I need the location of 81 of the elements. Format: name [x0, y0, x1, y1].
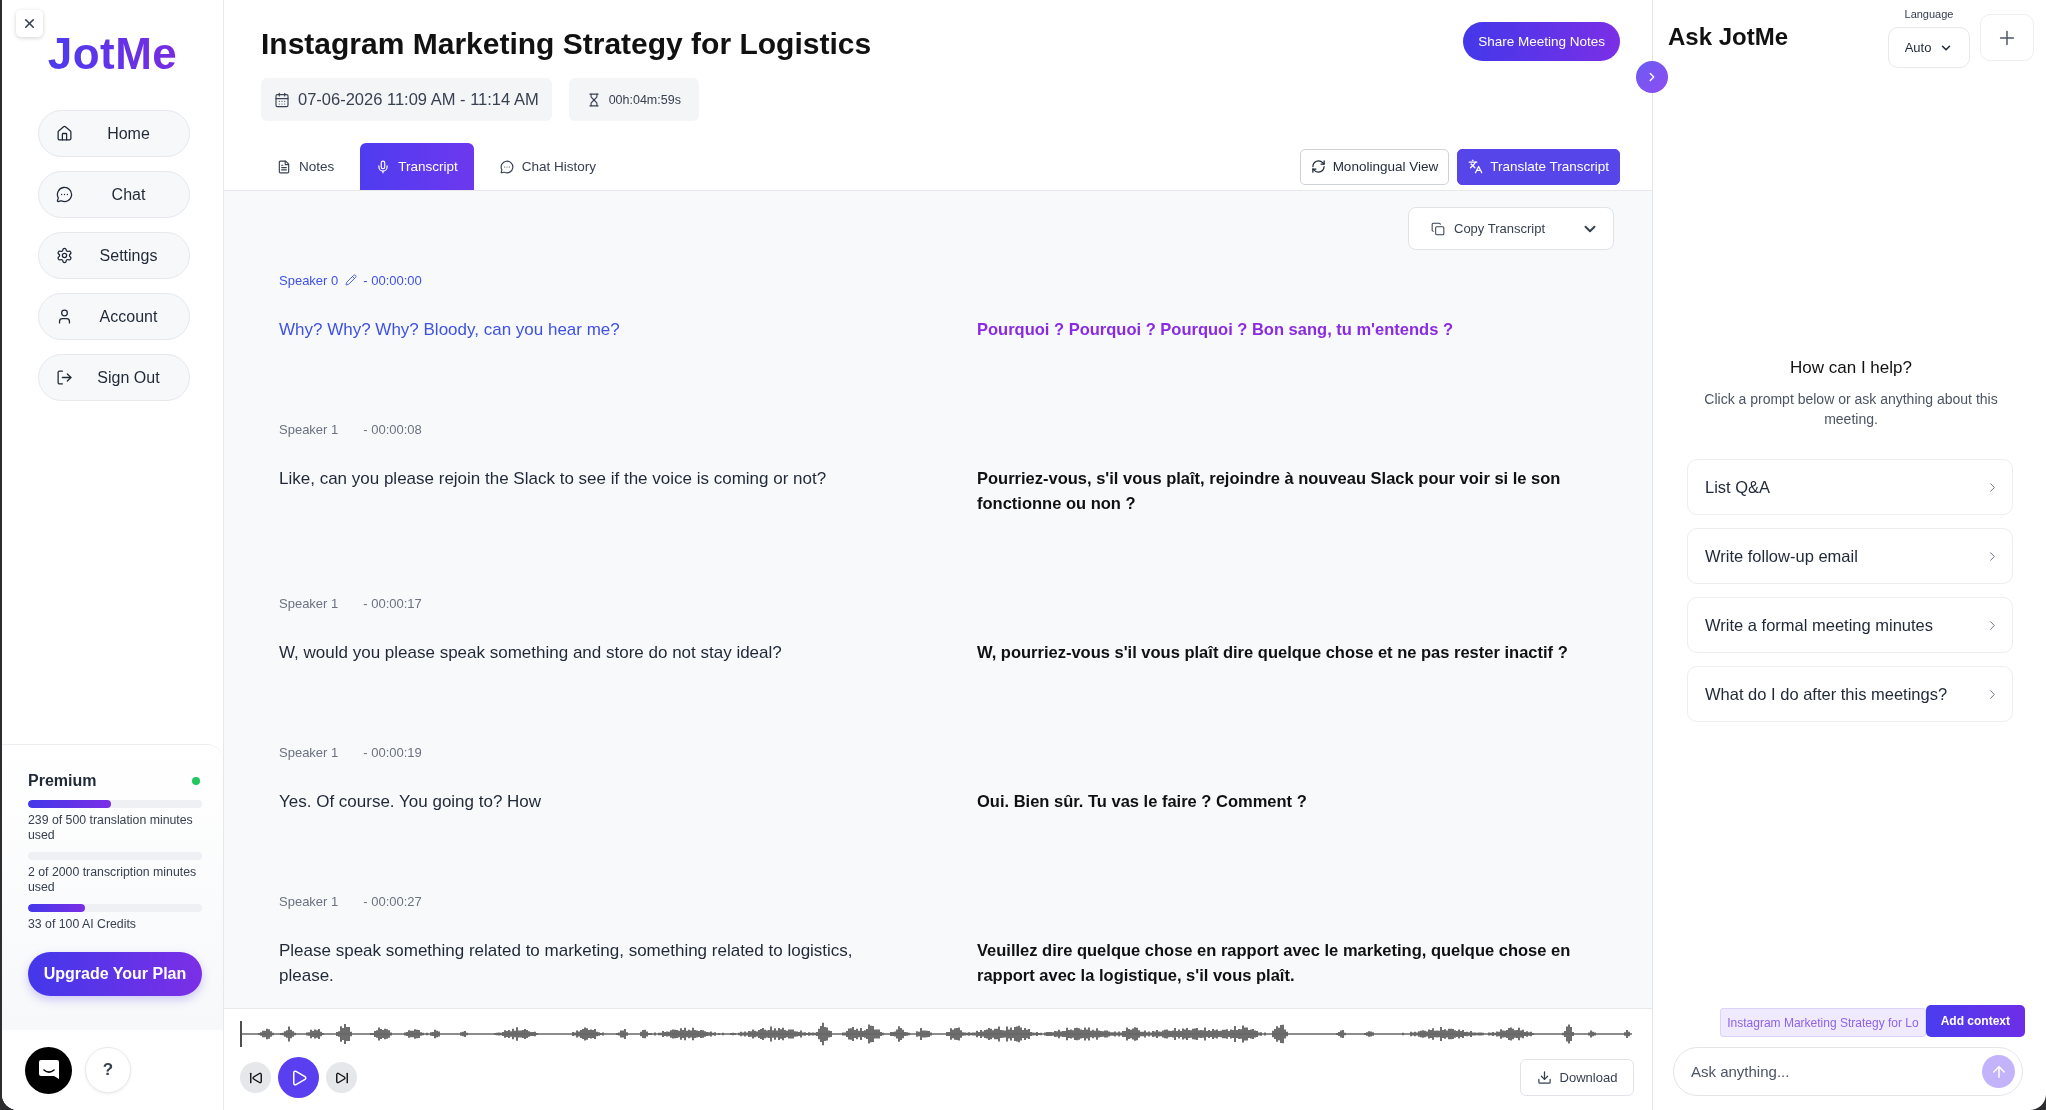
- user-icon: [56, 308, 73, 325]
- hourglass-icon: [586, 92, 601, 107]
- timestamp: - 00:00:00: [363, 272, 422, 288]
- chat-icon: [37, 1059, 60, 1081]
- nav-item[interactable]: Chat: [38, 171, 190, 218]
- close-icon: [22, 16, 37, 31]
- view-button[interactable]: Translate Transcript: [1457, 148, 1620, 185]
- panel-title: Ask JotMe: [1668, 22, 1789, 52]
- download-button[interactable]: Download: [1520, 1059, 1634, 1096]
- share-button[interactable]: Share Meeting Notes: [1463, 22, 1620, 61]
- timestamp: - 00:00:17: [363, 595, 422, 611]
- sign-out-icon: [56, 369, 73, 386]
- translation-text: Pourriez-vous, s'il vous plaît, rejoindre à nouveau Slack pour voir si le son fonctionne ou non ?: [977, 468, 1562, 514]
- nav-item[interactable]: Settings: [38, 232, 190, 279]
- prompt-card[interactable]: List Q&A: [1687, 459, 2013, 515]
- prompt-card[interactable]: Write follow-up email: [1687, 528, 2013, 584]
- plan-name: Premium: [28, 771, 97, 791]
- skip-back-icon: [248, 1070, 263, 1085]
- timestamp: - 00:00:27: [363, 893, 422, 909]
- play-button[interactable]: [278, 1057, 319, 1098]
- tab[interactable]: Chat History: [483, 143, 613, 190]
- nav-item[interactable]: Home: [38, 110, 190, 157]
- meeting-title: Instagram Marketing Strategy for Logistics: [261, 26, 872, 61]
- new-chat-button[interactable]: [1980, 14, 2034, 61]
- tab[interactable]: Notes: [261, 143, 351, 190]
- chat-bubble-icon: [499, 159, 514, 174]
- transcript-text: Please speak something related to marketing, something related to logistics, please.: [279, 940, 854, 987]
- refresh-icon: [1310, 159, 1326, 174]
- usage-text: 239 of 500 translation minutes used: [28, 813, 194, 843]
- chat-widget-button[interactable]: [25, 1046, 72, 1094]
- tab[interactable]: Transcript: [360, 143, 474, 190]
- speaker-name: Speaker 1: [279, 595, 339, 611]
- translation-text: Oui. Bien sûr. Tu vas le faire ? Comment ?: [977, 791, 1308, 812]
- nav-item[interactable]: Sign Out: [38, 354, 190, 401]
- prompt-card[interactable]: Write a formal meeting minutes: [1687, 597, 2013, 653]
- speaker-name: Speaker 0: [279, 272, 339, 288]
- ask-input-field[interactable]: Ask anything...: [1673, 1047, 2023, 1096]
- home-icon: [56, 125, 73, 142]
- document-icon: [277, 159, 291, 174]
- transcript-text: Why? Why? Why? Bloody, can you hear me?: [279, 319, 621, 341]
- transcript-text: Yes. Of course. You going to? How: [279, 791, 543, 813]
- timestamp: - 00:00:08: [363, 421, 422, 437]
- copy-transcript-button[interactable]: Copy Transcript: [1408, 207, 1614, 250]
- chat-bubble-icon: [56, 186, 73, 203]
- view-button[interactable]: Monolingual View: [1299, 148, 1450, 185]
- copy-icon: [1431, 221, 1445, 236]
- usage-text: 2 of 2000 transcription minutes used: [28, 865, 198, 895]
- microphone-icon: [376, 159, 391, 174]
- previous-button[interactable]: [240, 1062, 271, 1093]
- upgrade-button[interactable]: Upgrade Your Plan: [28, 952, 202, 996]
- usage-text: 33 of 100 AI Credits: [28, 917, 137, 932]
- help-text: Click a prompt below or ask anything about this meeting.: [1703, 390, 1999, 429]
- nav-item[interactable]: Account: [38, 293, 190, 340]
- next-button[interactable]: [326, 1062, 357, 1093]
- skip-forward-icon: [334, 1070, 349, 1085]
- timestamp: - 00:00:19: [363, 744, 422, 760]
- translate-icon: [1468, 159, 1484, 174]
- waveform[interactable]: [240, 1019, 1634, 1049]
- meeting-duration: 00h:04m:59s: [608, 92, 681, 107]
- close-button[interactable]: [16, 10, 43, 37]
- help-title: How can I help?: [1790, 357, 1912, 379]
- language-label: Language: [1904, 7, 1954, 21]
- prompt-card[interactable]: What do I do after this meetings?: [1687, 666, 2013, 722]
- transcript-text: Like, can you please rejoin the Slack to see if the voice is coming or not?: [279, 468, 828, 490]
- translation-text: W, pourriez-vous s'il vous plaît dire quelque chose et ne pas rester inactif ?: [977, 642, 1569, 663]
- calendar-icon: [274, 91, 290, 108]
- language-dropdown[interactable]: Auto: [1888, 27, 1970, 68]
- speaker-name: Speaker 1: [279, 744, 339, 760]
- add-context-button[interactable]: Add context: [1925, 1005, 2025, 1037]
- translation-text: Veuillez dire quelque chose en rapport avec le marketing, quelque chose en rapport avec la logistique, s'il vous plaît.: [977, 940, 1572, 986]
- settings-icon: [56, 247, 73, 264]
- download-icon: [1536, 1070, 1552, 1085]
- meeting-date: 07-06-2026 11:09 AM - 11:14 AM: [298, 90, 539, 109]
- speaker-name: Speaker 1: [279, 421, 339, 437]
- transcript-text: W, would you please speak something and store do not stay ideal?: [279, 642, 783, 664]
- edit-pencil-icon[interactable]: [345, 274, 358, 286]
- collapse-button[interactable]: [1636, 61, 1668, 93]
- speaker-name: Speaker 1: [279, 893, 339, 909]
- context-chip: Instagram Marketing Strategy for Lo: [1720, 1008, 1926, 1037]
- help-button[interactable]: ?: [85, 1047, 131, 1093]
- translation-text: Pourquoi ? Pourquoi ? Pourquoi ? Bon sang, tu m'entends ?: [977, 319, 1454, 340]
